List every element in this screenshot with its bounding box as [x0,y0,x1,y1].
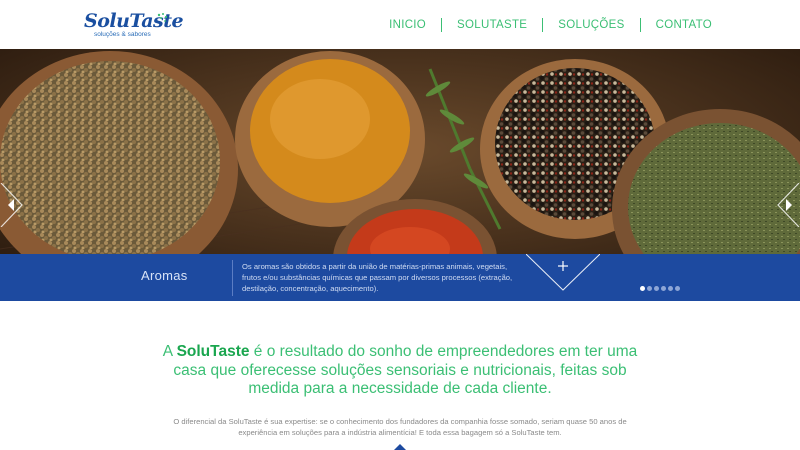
chevron-left-icon[interactable] [0,183,24,227]
slide-dot[interactable] [654,286,659,291]
intro-headline: A SoluTaste é o resultado do sonho de em… [150,343,650,399]
sparkle-dots-icon [157,13,168,22]
caption-divider [232,260,233,296]
headline-prefix: A [162,343,177,360]
slide-dot[interactable] [661,286,666,291]
slide-title: Aromas [141,268,188,283]
nav-item-solutaste[interactable]: SOLUTASTE [442,17,542,33]
slide-dot[interactable] [675,286,680,291]
logo-wordmark: SoluTaste [84,10,184,32]
slide-description: Os aromas são obtidos a partir da união … [242,262,513,293]
logo-tagline: soluções & sabores [94,31,151,38]
site-header: SoluTaste soluções & sabores INICIO SOLU… [0,0,800,49]
plus-icon[interactable] [526,254,600,292]
slide-dot[interactable] [647,286,652,291]
chevron-right-icon[interactable] [776,183,800,227]
slide-dot[interactable] [640,286,645,291]
slide-dot[interactable] [668,286,673,291]
nav-item-inicio[interactable]: INICIO [374,17,441,33]
nav-item-solucoes[interactable]: SOLUÇÕES [543,17,639,33]
logo[interactable]: SoluTaste soluções & sabores [84,10,184,40]
slide-pagination [640,286,680,291]
caret-down-icon[interactable] [394,444,406,450]
intro-paragraph: O diferencial da SoluTaste é sua experti… [173,417,627,437]
main-nav: INICIO SOLUTASTE SOLUÇÕES CONTATO [374,17,712,33]
nav-item-contato[interactable]: CONTATO [641,17,712,33]
slide-caption-bar: Aromas Os aromas são obtidos a partir da… [0,254,800,301]
headline-brand: SoluTaste [176,343,250,360]
